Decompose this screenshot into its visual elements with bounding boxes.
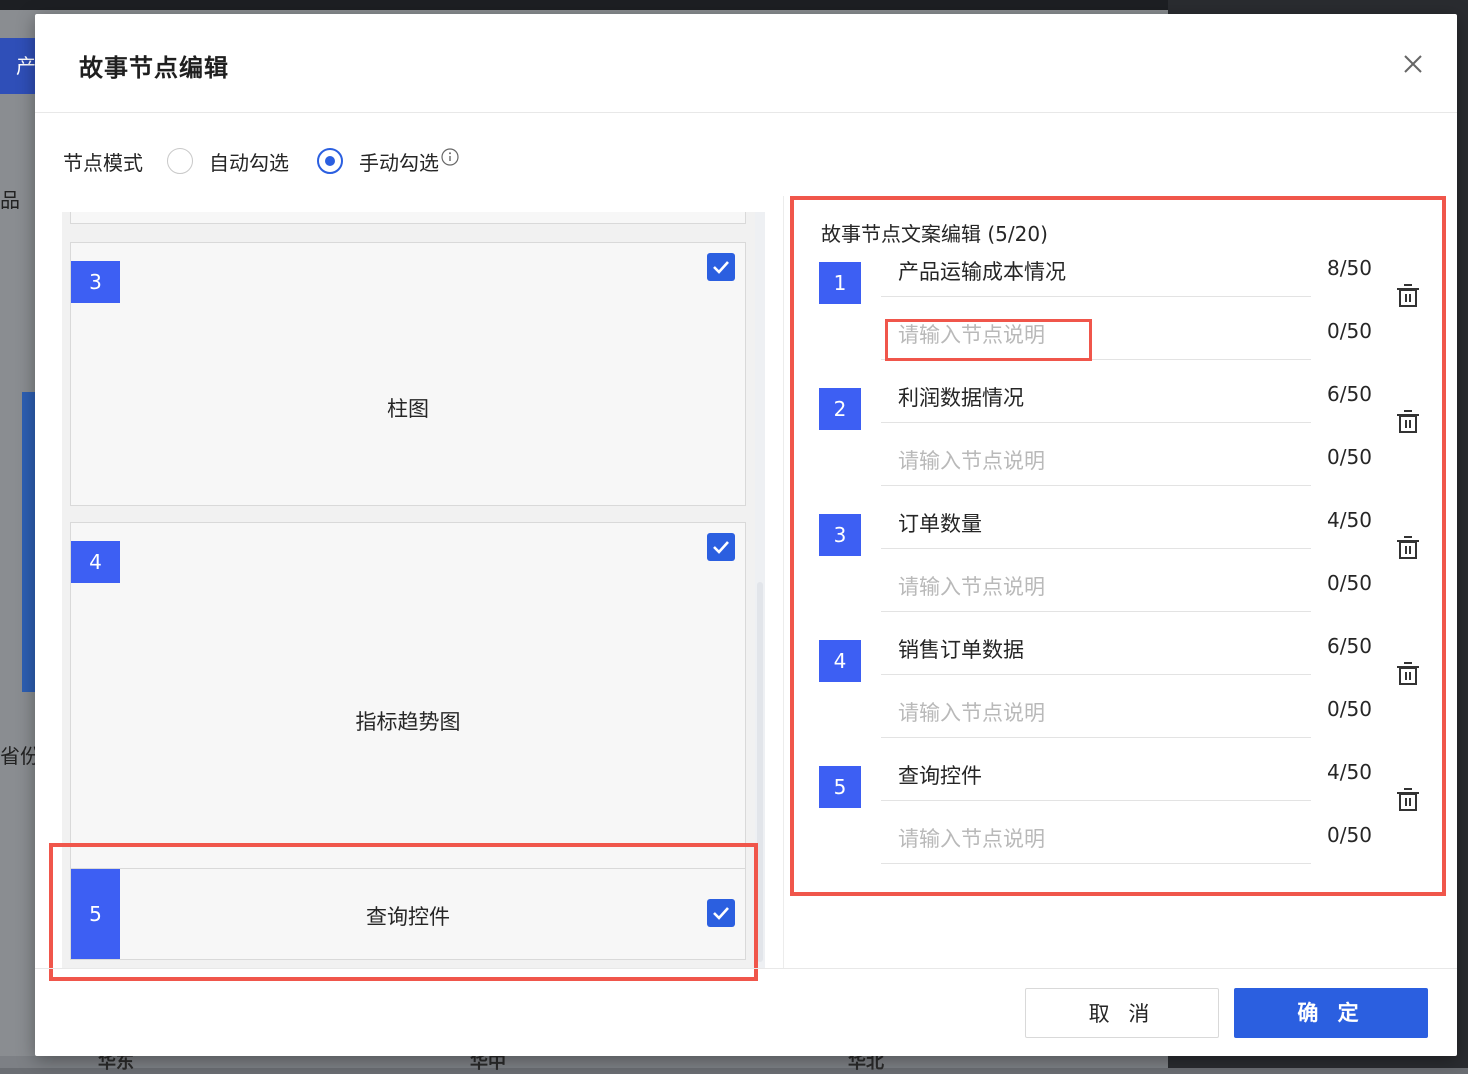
node-desc-count: 0/50 <box>1327 823 1372 847</box>
node-number-badge: 2 <box>819 388 861 430</box>
node-desc-placeholder: 请输入节点说明 <box>898 449 1045 473</box>
card-number-badge: 3 <box>71 261 120 303</box>
node-name-value: 销售订单数据 <box>898 638 1024 662</box>
radio-auto-select[interactable]: 自动勾选 <box>167 147 289 176</box>
check-icon <box>713 907 729 920</box>
node-desc-placeholder: 请输入节点说明 <box>898 827 1045 851</box>
background-text: 省份 <box>0 744 40 768</box>
node-name-count: 4/50 <box>1327 760 1372 784</box>
card-title: 查询控件 <box>366 905 450 929</box>
node-number-badge: 3 <box>819 514 861 556</box>
node-number-badge: 5 <box>819 766 861 808</box>
radio-circle <box>167 148 193 174</box>
confirm-button[interactable]: 确 定 <box>1234 988 1428 1038</box>
node-editor-item: 4 销售订单数据 6/50 请输入节点说明 0/50 <box>819 634 1419 766</box>
background-tab: 产 <box>0 38 36 94</box>
node-name-count: 6/50 <box>1327 382 1372 406</box>
trash-icon <box>1397 662 1419 685</box>
card-number-badge: 4 <box>71 541 120 583</box>
trash-icon <box>1397 284 1419 307</box>
chart-card-list[interactable]: 3 柱图 4 指标趋势图 5 查询控件 <box>62 212 764 969</box>
check-icon <box>713 541 729 554</box>
node-desc-placeholder: 请输入节点说明 <box>898 701 1045 725</box>
node-desc-placeholder: 请输入节点说明 <box>898 575 1045 599</box>
delete-node-button[interactable] <box>1397 284 1419 308</box>
node-mode-label: 节点模式 <box>63 150 143 175</box>
left-list-scrollbar[interactable] <box>755 212 765 969</box>
node-desc-count: 0/50 <box>1327 319 1372 343</box>
node-editor-item: 1 产品运输成本情况 8/50 请输入节点说明 0/50 <box>819 256 1419 388</box>
node-name-value: 订单数量 <box>898 512 982 536</box>
node-name-value: 产品运输成本情况 <box>898 260 1066 284</box>
card-checkbox[interactable] <box>707 899 735 927</box>
chart-card[interactable]: 5 查询控件 <box>70 868 746 960</box>
delete-node-button[interactable] <box>1397 788 1419 812</box>
node-name-input[interactable]: 查询控件 <box>881 756 1311 801</box>
node-name-input[interactable]: 利润数据情况 <box>881 378 1311 423</box>
story-node-edit-dialog: 故事节点编辑 节点模式 自动勾选 手动勾选 3 柱图 4 指标趋势图 5 查询控… <box>35 14 1457 1056</box>
background-bottom-strip <box>0 1056 1168 1068</box>
node-editor-item: 5 查询控件 4/50 请输入节点说明 0/50 <box>819 760 1419 892</box>
trash-icon <box>1397 536 1419 559</box>
node-editor-item: 2 利润数据情况 6/50 请输入节点说明 0/50 <box>819 382 1419 514</box>
card-checkbox[interactable] <box>707 253 735 281</box>
node-mode-row: 节点模式 自动勾选 手动勾选 <box>63 144 459 178</box>
close-icon <box>1404 55 1422 73</box>
radio-label: 自动勾选 <box>209 150 289 175</box>
node-name-value: 查询控件 <box>898 764 982 788</box>
info-icon[interactable] <box>441 148 459 166</box>
radio-circle-checked <box>317 148 343 174</box>
node-name-input[interactable]: 产品运输成本情况 <box>881 252 1311 297</box>
scrollbar-thumb[interactable] <box>757 582 763 962</box>
panel-divider <box>783 196 784 969</box>
node-desc-input[interactable]: 请输入节点说明 <box>881 441 1311 486</box>
node-name-value: 利润数据情况 <box>898 386 1024 410</box>
close-button[interactable] <box>1399 50 1427 78</box>
node-desc-count: 0/50 <box>1327 445 1372 469</box>
node-desc-input[interactable]: 请输入节点说明 <box>881 567 1311 612</box>
node-number-badge: 1 <box>819 262 861 304</box>
node-name-input[interactable]: 销售订单数据 <box>881 630 1311 675</box>
node-editor-item: 3 订单数量 4/50 请输入节点说明 0/50 <box>819 508 1419 640</box>
delete-node-button[interactable] <box>1397 410 1419 434</box>
node-desc-count: 0/50 <box>1327 571 1372 595</box>
chart-card[interactable]: 3 柱图 <box>70 242 746 506</box>
footer-divider <box>35 968 1457 969</box>
background-text: 品 <box>0 188 20 212</box>
dialog-title: 故事节点编辑 <box>79 54 229 82</box>
radio-label: 手动勾选 <box>359 150 439 175</box>
delete-node-button[interactable] <box>1397 536 1419 560</box>
card-checkbox[interactable] <box>707 533 735 561</box>
story-node-copy-editor: 故事节点文案编辑 (5/20) 1 产品运输成本情况 8/50 请输入节点说明 … <box>791 196 1445 896</box>
node-name-count: 4/50 <box>1327 508 1372 532</box>
node-number-badge: 4 <box>819 640 861 682</box>
node-desc-input[interactable]: 请输入节点说明 <box>881 315 1311 360</box>
node-desc-placeholder: 请输入节点说明 <box>898 323 1045 347</box>
node-desc-input[interactable]: 请输入节点说明 <box>881 819 1311 864</box>
cancel-button[interactable]: 取 消 <box>1025 988 1219 1038</box>
check-icon <box>713 261 729 274</box>
node-desc-count: 0/50 <box>1327 697 1372 721</box>
editor-title: 故事节点文案编辑 (5/20) <box>821 222 1048 246</box>
radio-manual-select[interactable]: 手动勾选 <box>317 147 459 176</box>
chart-card-partial <box>70 212 746 224</box>
node-name-input[interactable]: 订单数量 <box>881 504 1311 549</box>
trash-icon <box>1397 788 1419 811</box>
card-title: 指标趋势图 <box>355 710 461 734</box>
node-name-count: 6/50 <box>1327 634 1372 658</box>
delete-node-button[interactable] <box>1397 662 1419 686</box>
card-title: 柱图 <box>387 397 429 421</box>
node-desc-input[interactable]: 请输入节点说明 <box>881 693 1311 738</box>
dialog-header: 故事节点编辑 <box>35 14 1457 113</box>
trash-icon <box>1397 410 1419 433</box>
node-name-count: 8/50 <box>1327 256 1372 280</box>
background-chart-bar <box>22 392 36 692</box>
